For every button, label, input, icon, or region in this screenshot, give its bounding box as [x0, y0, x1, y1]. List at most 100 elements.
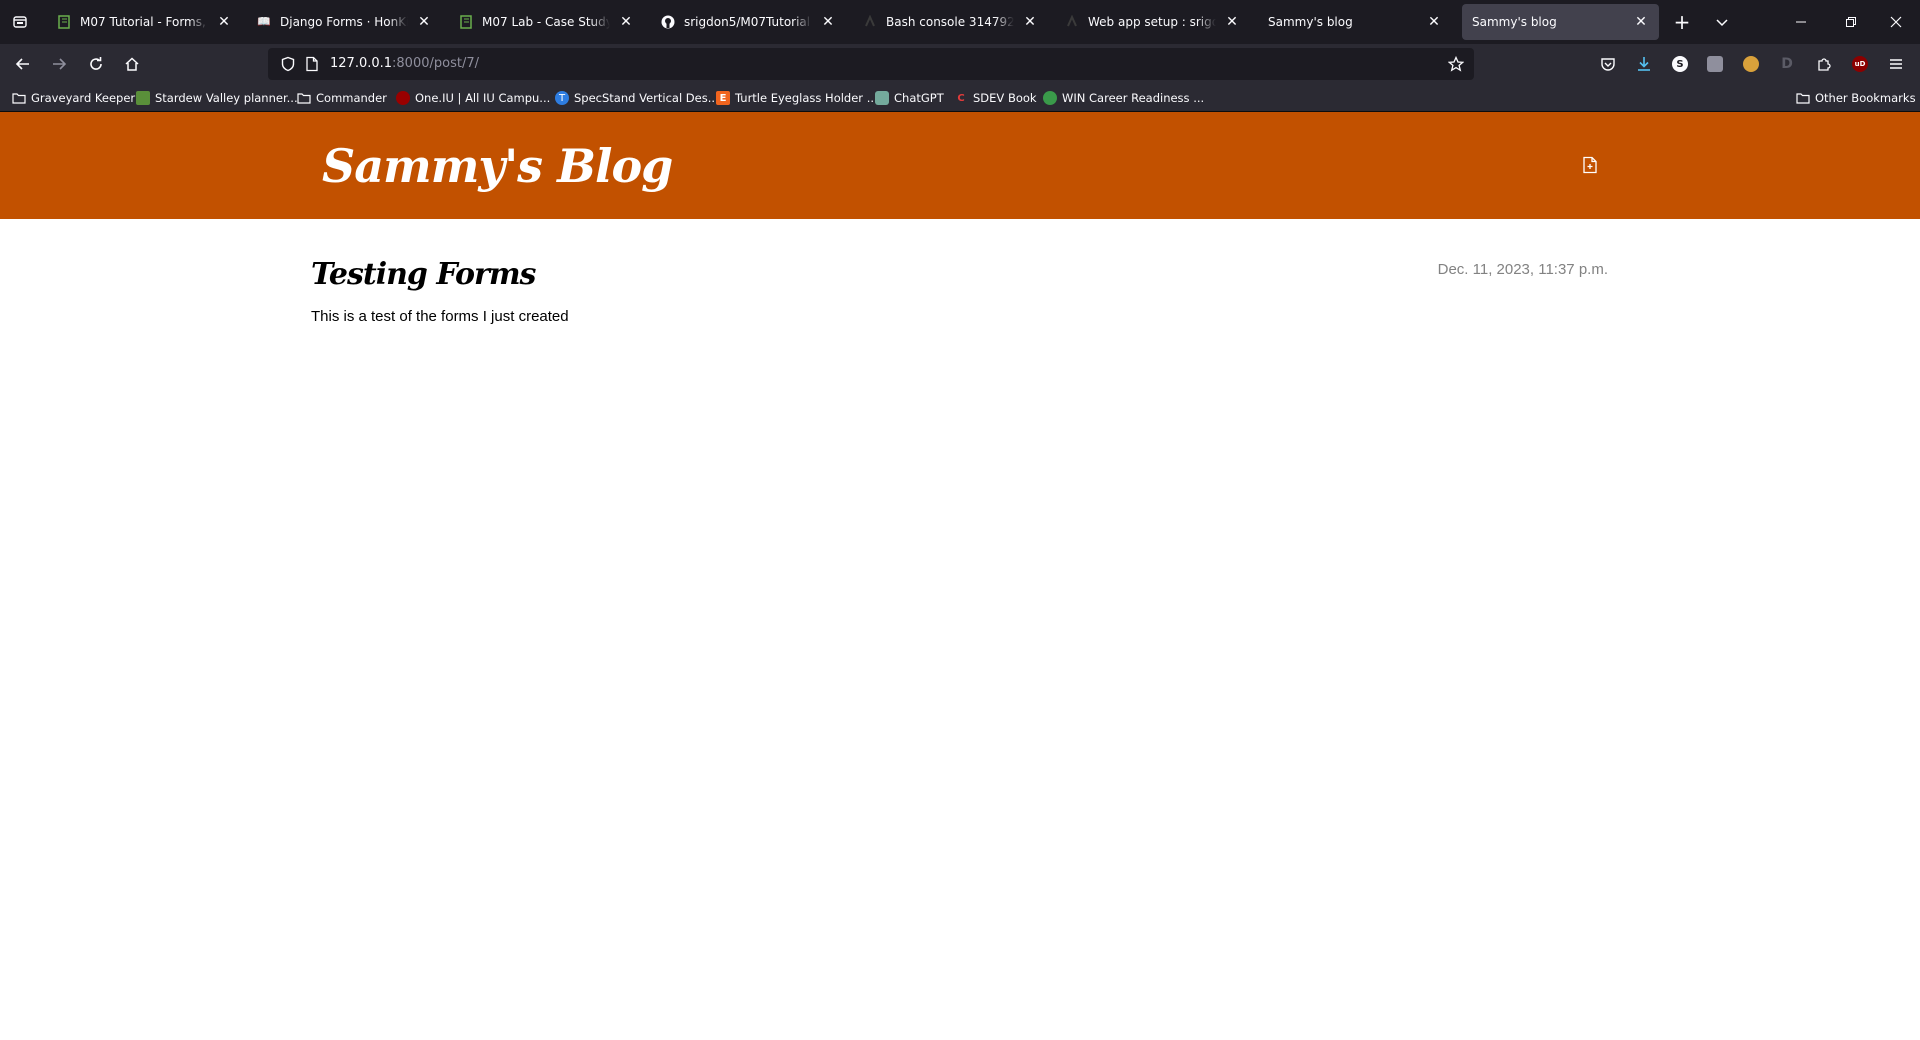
tab-title: M07 Tutorial - Forms, Data, Databases, a…: [80, 15, 208, 29]
ublock-label: uD: [1852, 56, 1868, 72]
post-title: Testing Forms: [311, 257, 536, 292]
arrow-right-icon: [53, 58, 67, 70]
github-icon: [660, 14, 676, 30]
new-tab-button[interactable]: +: [1668, 8, 1696, 36]
home-button[interactable]: [118, 50, 146, 78]
url-host: 127.0.0.1: [330, 56, 393, 71]
folder-icon: [1796, 91, 1810, 105]
tampermonkey-icon[interactable]: [1741, 54, 1761, 74]
tab-bash-console[interactable]: Bash console 31479280 : srigdon5 ✕: [852, 4, 1048, 40]
bookmark-win-career[interactable]: WIN Career Readiness ...: [1043, 89, 1204, 107]
bookmark-chatgpt[interactable]: ChatGPT: [875, 89, 944, 107]
other-bookmarks[interactable]: Other Bookmarks: [1796, 89, 1916, 107]
bookmark-stardew-planner[interactable]: Stardew Valley planner...: [136, 89, 298, 107]
bookmark-label: Turtle Eyeglass Holder ...: [735, 91, 878, 105]
tab-title: Sammy's blog: [1268, 15, 1353, 29]
site-title-link[interactable]: Sammy's Blog: [322, 136, 673, 196]
back-button[interactable]: [9, 50, 37, 78]
bookmark-commander[interactable]: Commander: [297, 89, 387, 107]
arrow-left-icon: [15, 58, 29, 70]
list-all-tabs-button[interactable]: [1708, 8, 1736, 36]
tab-web-app-setup[interactable]: Web app setup : srigdon5 : PythonAnywher…: [1054, 4, 1250, 40]
tab-title: Sammy's blog: [1472, 15, 1557, 29]
restore-icon: [1846, 17, 1856, 27]
bookmark-one-iu[interactable]: One.IU | All IU Campu...: [396, 89, 550, 107]
pythonanywhere-icon: [1064, 14, 1080, 30]
site-header: Sammy's Blog: [0, 112, 1920, 219]
tab-github[interactable]: srigdon5/M07Tutorial ✕: [650, 4, 846, 40]
tab-strip: M07 Tutorial - Forms, Data, Databases, a…: [0, 0, 1920, 44]
tab-title: Django Forms · HonKit: [280, 15, 408, 29]
bookmark-label: Commander: [316, 91, 387, 105]
reload-icon: [90, 57, 102, 70]
bookmark-label: WIN Career Readiness ...: [1062, 91, 1205, 105]
tab-sammys-blog-active[interactable]: Sammy's blog ✕: [1462, 4, 1659, 40]
plus-icon: +: [1673, 10, 1691, 34]
close-tab-icon[interactable]: ✕: [416, 14, 432, 30]
firefox-view-icon: [13, 16, 27, 28]
specstand-icon: T: [555, 91, 569, 105]
bookmark-sdev-book[interactable]: C SDEV Book: [954, 89, 1037, 107]
win-icon: [1043, 91, 1057, 105]
restore-button[interactable]: [1837, 8, 1865, 36]
bookmark-label: SpecStand Vertical Des...: [574, 91, 719, 105]
reload-button[interactable]: [82, 50, 110, 78]
extension-grey-icon[interactable]: [1705, 54, 1725, 74]
extensions-puzzle-icon[interactable]: [1814, 54, 1834, 74]
minimize-icon: [1796, 21, 1806, 23]
bookmark-label: SDEV Book: [973, 91, 1037, 105]
extension-d-icon[interactable]: D: [1777, 54, 1797, 74]
url-bar[interactable]: 127.0.0.1:8000/post/7/: [268, 48, 1474, 80]
bookmarks-toolbar: Graveyard Keeper Stardew Valley planner.…: [0, 84, 1920, 112]
ublock-origin-icon[interactable]: uD: [1850, 54, 1870, 74]
bookmark-label: ChatGPT: [894, 91, 944, 105]
stardew-icon: [136, 91, 150, 105]
bookmark-graveyard-keeper[interactable]: Graveyard Keeper: [12, 89, 135, 107]
new-post-icon[interactable]: [1582, 156, 1598, 174]
close-tab-icon[interactable]: ✕: [1426, 14, 1442, 30]
shield-icon[interactable]: [280, 56, 296, 72]
iu-icon: [396, 91, 410, 105]
post-body: This is a test of the forms I just creat…: [311, 308, 569, 325]
tab-title: M07 Lab - Case Study: Pandas: [482, 15, 610, 29]
close-tab-icon[interactable]: ✕: [1224, 14, 1240, 30]
pythonanywhere-icon: [862, 14, 878, 30]
close-tab-icon[interactable]: ✕: [618, 14, 634, 30]
tab-title: Bash console 31479280 : srigdon5: [886, 15, 1014, 29]
app-menu-icon[interactable]: [1886, 54, 1906, 74]
bookmark-specstand[interactable]: T SpecStand Vertical Des...: [555, 89, 719, 107]
close-tab-icon[interactable]: ✕: [1022, 14, 1038, 30]
bookmark-label: One.IU | All IU Campu...: [415, 91, 551, 105]
navigation-toolbar: 127.0.0.1:8000/post/7/ S D uD: [0, 44, 1920, 84]
folder-icon: [297, 91, 311, 105]
bookmark-turtle-eyeglass[interactable]: E Turtle Eyeglass Holder ...: [716, 89, 878, 107]
page-icon[interactable]: [304, 56, 320, 72]
sdev-icon: C: [957, 92, 965, 104]
close-tab-icon[interactable]: ✕: [216, 14, 232, 30]
tab-title: srigdon5/M07Tutorial: [684, 15, 811, 29]
url-text[interactable]: 127.0.0.1:8000/post/7/: [330, 56, 479, 72]
close-tab-icon[interactable]: ✕: [820, 14, 836, 30]
minimize-button[interactable]: [1787, 8, 1815, 36]
downloads-icon[interactable]: [1634, 54, 1654, 74]
pocket-icon[interactable]: [1598, 54, 1618, 74]
chevron-down-icon: [1716, 19, 1728, 27]
extension-d-label: D: [1781, 56, 1793, 72]
tab-title: Web app setup : srigdon5 : PythonAnywher…: [1088, 15, 1216, 29]
extension-s-icon[interactable]: S: [1670, 54, 1690, 74]
tab-sammys-blog[interactable]: Sammy's blog ✕: [1256, 4, 1452, 40]
folder-icon: [12, 91, 26, 105]
firefox-view-button[interactable]: [6, 8, 34, 36]
close-tab-icon[interactable]: ✕: [1633, 14, 1649, 30]
tab-m07-lab[interactable]: M07 Lab - Case Study: Pandas ✕: [448, 4, 644, 40]
book-icon: 📖: [257, 15, 271, 28]
chatgpt-icon: [875, 91, 889, 105]
home-icon: [125, 57, 139, 71]
close-window-button[interactable]: [1882, 8, 1910, 36]
book-icon: [56, 14, 72, 30]
bookmark-label: Graveyard Keeper: [31, 91, 136, 105]
bookmark-star-icon[interactable]: [1448, 56, 1464, 72]
tab-django-forms[interactable]: 📖 Django Forms · HonKit ✕: [246, 4, 442, 40]
forward-button[interactable]: [45, 50, 73, 78]
tab-m07-tutorial[interactable]: M07 Tutorial - Forms, Data, Databases, a…: [46, 4, 242, 40]
